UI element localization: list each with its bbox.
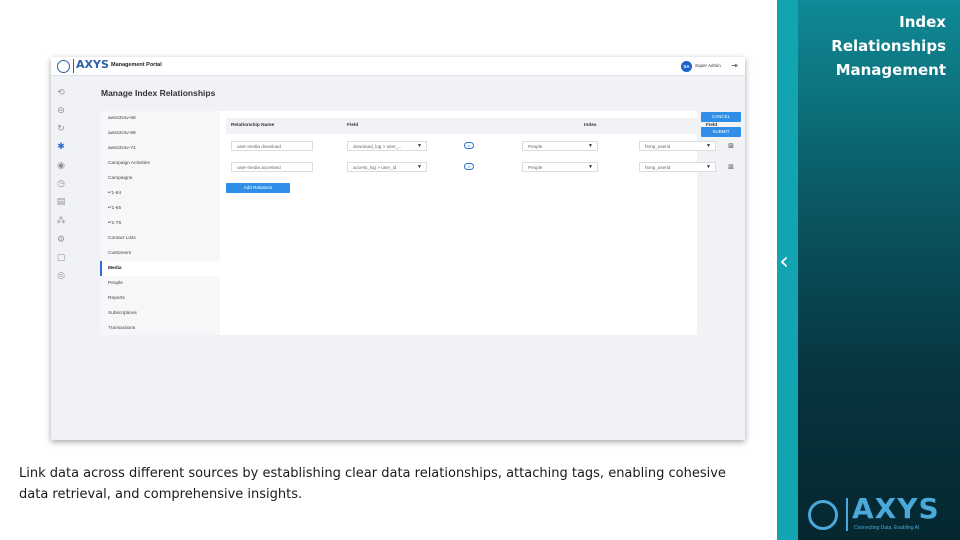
- delete-icon[interactable]: ⊠: [727, 163, 735, 171]
- caret-down-icon: ▼: [588, 143, 593, 149]
- app-logo: AXYS: [57, 58, 109, 74]
- page-title: Manage Index Relationships: [101, 88, 216, 98]
- field-select[interactable]: download_log > user_... ▼: [347, 141, 427, 151]
- database-icon[interactable]: ◉: [55, 160, 67, 172]
- source-item[interactable]: •*1-64: [100, 186, 220, 201]
- add-relations-button[interactable]: Add Relations: [226, 183, 290, 193]
- field-select-value: access_log > user_id: [353, 165, 397, 170]
- table-header: Relationship Name Field Index Field: [226, 118, 741, 134]
- slide: { "side_panel": { "title_lines": ["Index…: [0, 0, 960, 540]
- source-list: awss3csv-68 awss3csv-69 awss3csv-74 Camp…: [100, 111, 220, 335]
- source-item[interactable]: Customers: [100, 246, 220, 261]
- target-field-select-value: f4mp_userid: [645, 144, 671, 149]
- source-item-active[interactable]: Media: [100, 261, 220, 276]
- source-item[interactable]: Reports: [100, 291, 220, 306]
- source-item[interactable]: •*1-75: [100, 216, 220, 231]
- refresh-icon[interactable]: ↻: [55, 123, 67, 135]
- gear-icon[interactable]: ⚙: [55, 234, 67, 246]
- app-logo-ring-icon: [57, 60, 70, 73]
- user-name[interactable]: Super Admin: [695, 63, 721, 68]
- nav-rail: ⟲ ⊖ ↻ ✱ ◉ ◷ ▤ ⁂ ⚙ ▢ ◎: [51, 77, 73, 440]
- help-icon[interactable]: ◎: [55, 270, 67, 282]
- source-item[interactable]: Contact Lists: [100, 231, 220, 246]
- index-select[interactable]: People ▼: [522, 141, 598, 151]
- caret-down-icon: ▼: [706, 164, 711, 170]
- clock-icon[interactable]: ◷: [55, 178, 67, 190]
- col-index: Index: [584, 123, 597, 128]
- source-item[interactable]: Campaign Activities: [100, 156, 220, 171]
- cancel-button[interactable]: CANCEL: [701, 112, 741, 122]
- slide-caption: Link data across different sources by es…: [19, 466, 726, 502]
- chevron-left-icon[interactable]: ‹: [777, 246, 791, 276]
- source-item[interactable]: Transactions: [100, 321, 220, 336]
- logo-divider: [846, 498, 848, 531]
- index-select-value: People: [528, 165, 543, 170]
- side-panel-title: Index Relationships Management: [831, 10, 946, 82]
- title-line-3: Management: [835, 61, 946, 79]
- folder-icon[interactable]: ▤: [55, 196, 67, 208]
- brand-logo: AXYS Connecting Data, Enabling AI: [808, 492, 948, 537]
- graph-icon[interactable]: ⟲: [55, 87, 67, 99]
- portal-title: Management Portal: [111, 62, 162, 68]
- logout-icon[interactable]: ⇥: [731, 60, 738, 72]
- field-select[interactable]: access_log > user_id ▼: [347, 162, 427, 172]
- source-item[interactable]: awss3csv-68: [100, 111, 220, 126]
- app-screenshot: AXYS Management Portal SA Super Admin ⇥ …: [51, 57, 745, 440]
- submit-button[interactable]: SUBMIT: [701, 127, 741, 137]
- source-item[interactable]: Campaigns: [100, 171, 220, 186]
- col-field: Field: [347, 123, 359, 128]
- field-select-value: download_log > user_...: [353, 144, 402, 149]
- target-field-select-value: f4mp_userid: [645, 165, 671, 170]
- logo-word: AXYS: [852, 492, 940, 525]
- caret-down-icon: ▼: [417, 164, 422, 170]
- avatar[interactable]: SA: [681, 61, 692, 72]
- link-icon[interactable]: ∞: [464, 142, 474, 149]
- app-logo-word: AXYS: [76, 58, 109, 71]
- col-relationship-name: Relationship Name: [231, 123, 275, 128]
- delete-icon[interactable]: ⊠: [727, 142, 735, 150]
- target-field-select[interactable]: f4mp_userid ▼: [639, 162, 716, 172]
- target-field-select[interactable]: f4mp_userid ▼: [639, 141, 716, 151]
- relationship-name-input[interactable]: user-media accessed: [231, 162, 313, 172]
- logo-tagline: Connecting Data, Enabling AI: [854, 525, 920, 531]
- relationships-panel: awss3csv-68 awss3csv-69 awss3csv-74 Camp…: [100, 111, 741, 335]
- top-bar: AXYS Management Portal SA Super Admin ⇥: [51, 57, 745, 76]
- logo-ring-icon: [808, 500, 838, 530]
- source-item[interactable]: Subscriptions: [100, 306, 220, 321]
- relationship-name-input[interactable]: user-media download: [231, 141, 313, 151]
- settings-icon[interactable]: ✱: [55, 141, 67, 153]
- link-icon[interactable]: ⊖: [55, 105, 67, 117]
- app-logo-divider: [73, 59, 74, 73]
- link-icon[interactable]: ∞: [464, 163, 474, 170]
- source-item[interactable]: awss3csv-74: [100, 141, 220, 156]
- index-select[interactable]: People ▼: [522, 162, 598, 172]
- title-line-2: Relationships: [831, 37, 946, 55]
- caret-down-icon: ▼: [417, 143, 422, 149]
- source-item[interactable]: •*1-65: [100, 201, 220, 216]
- source-item[interactable]: awss3csv-69: [100, 126, 220, 141]
- terminal-icon[interactable]: ▢: [55, 252, 67, 264]
- caret-down-icon: ▼: [706, 143, 711, 149]
- source-item[interactable]: People: [100, 276, 220, 291]
- index-select-value: People: [528, 144, 543, 149]
- share-icon[interactable]: ⁂: [55, 215, 67, 227]
- caret-down-icon: ▼: [588, 164, 593, 170]
- title-line-1: Index: [899, 13, 946, 31]
